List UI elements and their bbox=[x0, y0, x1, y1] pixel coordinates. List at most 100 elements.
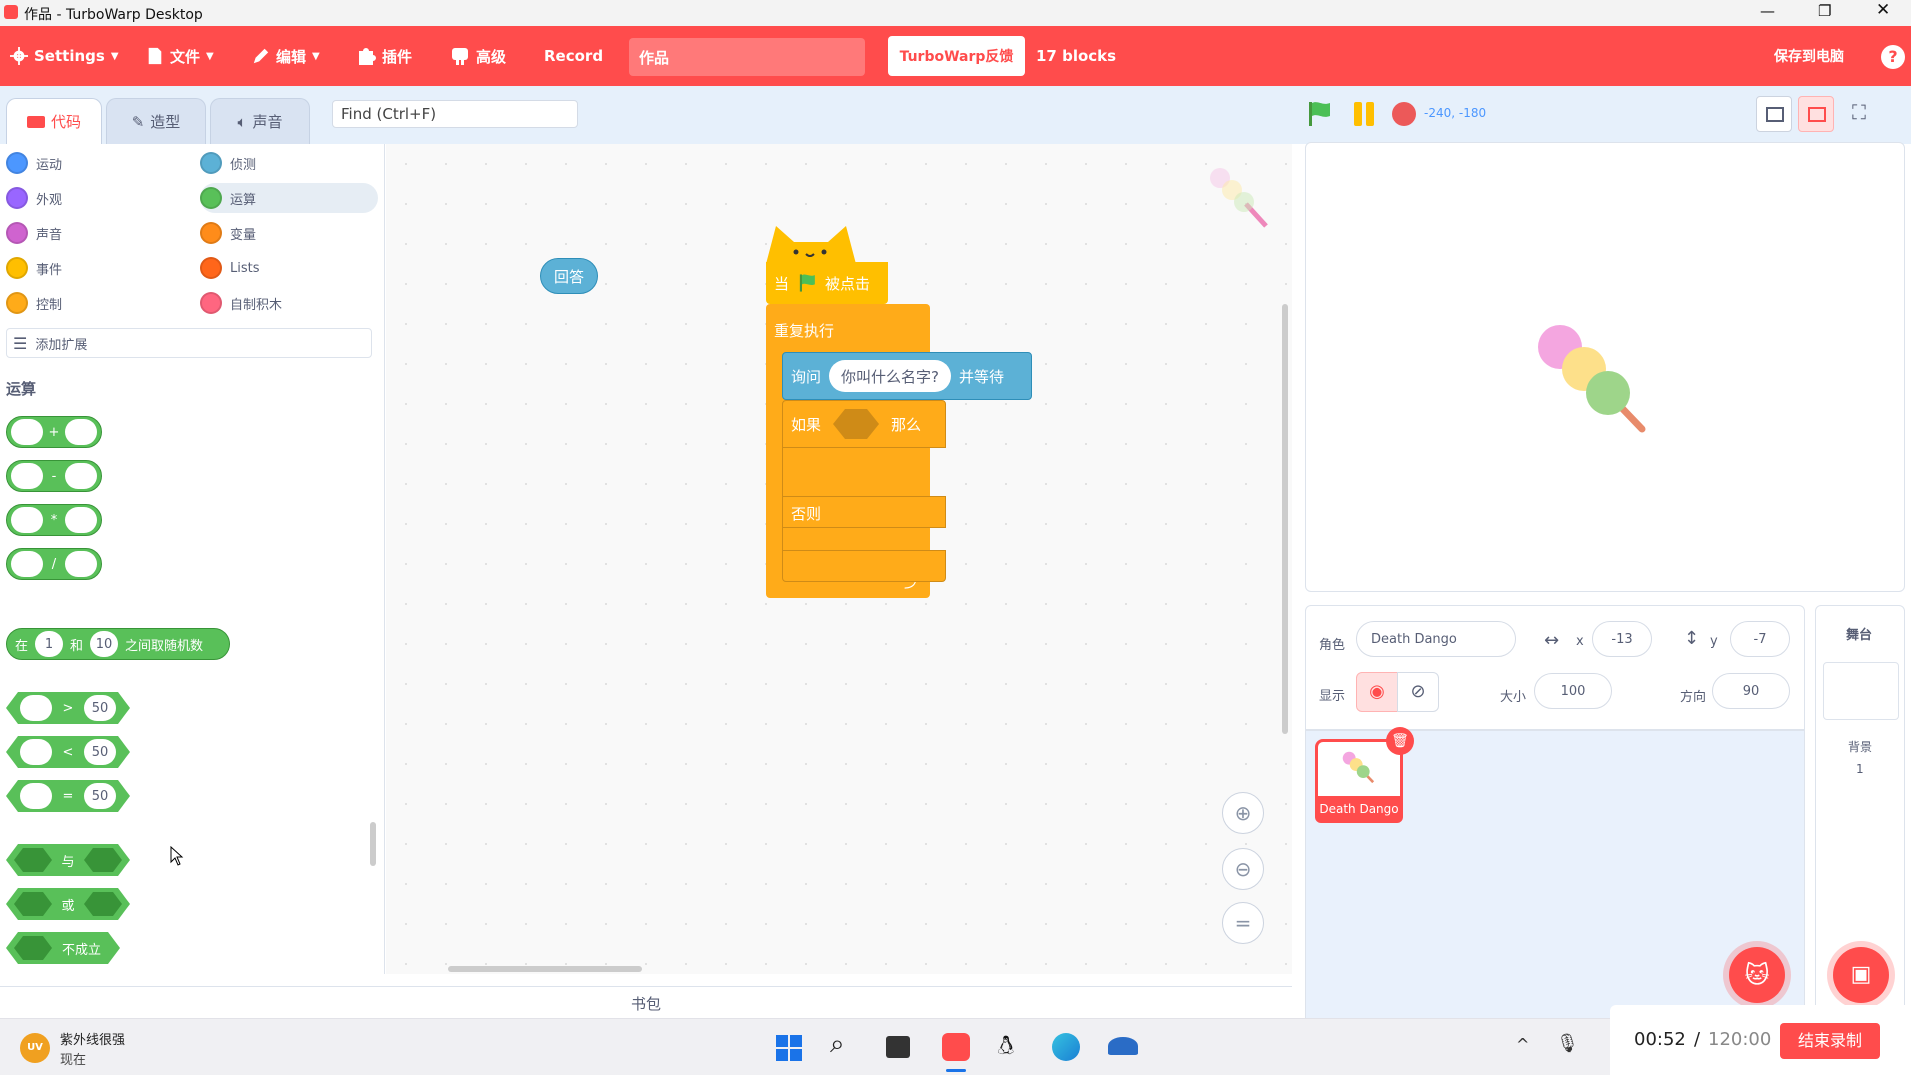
speaker-icon: 🔈︎ bbox=[237, 112, 247, 131]
help-icon[interactable]: ? bbox=[1881, 45, 1905, 69]
chevron-up-icon[interactable]: ^ bbox=[1516, 1035, 1529, 1054]
weather-title: 紫外线很强 bbox=[60, 1033, 126, 1048]
category-sensing[interactable]: 侦测 bbox=[200, 152, 256, 174]
category-label: 控制 bbox=[36, 297, 63, 313]
record-button[interactable]: Record bbox=[544, 26, 603, 86]
delete-sprite-button[interactable]: 🗑︎ bbox=[1386, 727, 1414, 755]
file-menu[interactable]: 文件 ▼ bbox=[146, 26, 214, 86]
sensing-icon bbox=[200, 152, 222, 174]
small-stage-button[interactable] bbox=[1756, 96, 1792, 132]
code-workspace[interactable]: 回答 当 被点击 重复执行 ⤴ 询问 你叫什么名字? 并等待 如果 那么 否则 … bbox=[386, 144, 1292, 974]
ask-label: 询问 bbox=[791, 367, 822, 386]
stage[interactable] bbox=[1305, 142, 1905, 592]
stage-selector[interactable]: 舞台 背景 1 ▣ bbox=[1815, 605, 1905, 1020]
less-than-block[interactable]: <50 bbox=[6, 736, 130, 768]
task-view-icon[interactable] bbox=[886, 1036, 910, 1058]
direction-input[interactable]: 90 bbox=[1712, 673, 1790, 709]
direction-label: 方向 bbox=[1680, 690, 1707, 705]
equals-block[interactable]: = 50 bbox=[6, 780, 130, 812]
answer-reporter[interactable]: 回答 bbox=[540, 258, 598, 294]
y-input[interactable]: -7 bbox=[1730, 621, 1790, 657]
tab-code[interactable]: 代码 bbox=[6, 98, 102, 144]
category-lists[interactable]: Lists bbox=[200, 257, 260, 279]
subtract-block[interactable]: - bbox=[6, 460, 102, 492]
or-block[interactable]: 或 bbox=[6, 888, 130, 920]
workspace-vertical-scrollbar[interactable] bbox=[1282, 304, 1288, 734]
pencil-icon bbox=[253, 48, 269, 64]
category-control[interactable]: 控制 bbox=[6, 292, 62, 314]
zoom-in-button[interactable]: ⊕ bbox=[1222, 792, 1264, 834]
when-flag-clicked-hat[interactable]: 当 被点击 bbox=[766, 262, 888, 304]
addons-menu[interactable]: 插件 bbox=[356, 26, 412, 86]
workspace-horizontal-scrollbar[interactable] bbox=[448, 966, 642, 972]
and-block[interactable]: 与 bbox=[6, 844, 130, 876]
block-palette: 运动 侦测 外观 运算 声音 变量 事件 Lists 控制 自制积木 ☰ 添加扩展 运算 + - … bbox=[0, 144, 385, 974]
condition-slot[interactable] bbox=[833, 409, 880, 439]
stop-icon[interactable] bbox=[1392, 102, 1416, 126]
project-title-input[interactable]: 作品 bbox=[629, 38, 865, 76]
close-icon[interactable]: ✕ bbox=[1876, 0, 1890, 20]
edit-menu[interactable]: 编辑 ▼ bbox=[252, 26, 320, 86]
show-visible-button[interactable]: ◉ bbox=[1356, 672, 1398, 712]
settings-menu[interactable]: Settings ▼ bbox=[10, 26, 119, 86]
ask-and-wait-block[interactable]: 询问 你叫什么名字? 并等待 bbox=[782, 352, 1032, 400]
if-else-block[interactable]: 如果 那么 否则 bbox=[782, 400, 948, 582]
random-from-input[interactable]: 1 bbox=[35, 631, 64, 657]
minimize-icon[interactable]: — bbox=[1760, 2, 1775, 20]
edge-icon[interactable] bbox=[1052, 1033, 1080, 1061]
find-input[interactable]: Find (Ctrl+F) bbox=[332, 100, 578, 128]
add-backdrop-button[interactable]: ▣ bbox=[1833, 947, 1889, 1003]
backpack-bar[interactable]: 书包 bbox=[0, 986, 1292, 1018]
add-extension-button[interactable]: ☰ 添加扩展 bbox=[6, 328, 372, 358]
windows-start-icon[interactable] bbox=[776, 1035, 802, 1061]
random-to-input[interactable]: 10 bbox=[90, 631, 119, 657]
tab-costumes[interactable]: ✎ 造型 bbox=[106, 98, 206, 144]
category-looks[interactable]: 外观 bbox=[6, 187, 62, 209]
tab-sounds[interactable]: 🔈︎ 声音 bbox=[210, 98, 310, 144]
app-icon-taskbar[interactable] bbox=[1108, 1037, 1138, 1055]
zoom-reset-button[interactable]: = bbox=[1222, 902, 1264, 944]
category-my-blocks[interactable]: 自制积木 bbox=[200, 292, 282, 314]
zoom-out-button[interactable]: ⊖ bbox=[1222, 848, 1264, 890]
end-recording-button[interactable]: 结束录制 bbox=[1780, 1023, 1880, 1059]
advanced-menu[interactable]: 高级 bbox=[450, 26, 506, 86]
sprite-thumbnail[interactable]: Death Dango bbox=[1315, 739, 1403, 823]
restore-icon[interactable]: ❐ bbox=[1818, 2, 1831, 20]
qq-icon[interactable]: 🐧︎ bbox=[998, 1031, 1014, 1064]
show-hidden-button[interactable]: ⊘ bbox=[1397, 672, 1439, 712]
category-motion[interactable]: 运动 bbox=[6, 152, 62, 174]
multiply-block[interactable]: * bbox=[6, 504, 102, 536]
add-block[interactable]: + bbox=[6, 416, 102, 448]
category-operators[interactable]: 运算 bbox=[200, 183, 378, 213]
control-icon bbox=[6, 292, 28, 314]
greater-than-block[interactable]: >50 bbox=[6, 692, 130, 724]
sprite-name-input[interactable]: Death Dango bbox=[1356, 621, 1516, 657]
microphone-icon[interactable]: 🎙︎ bbox=[1556, 1033, 1579, 1054]
avatar[interactable]: UV bbox=[20, 1033, 50, 1063]
fullscreen-icon[interactable]: ⛶ bbox=[1852, 100, 1866, 124]
pause-icon[interactable] bbox=[1352, 102, 1378, 126]
category-sound[interactable]: 声音 bbox=[6, 222, 62, 244]
add-sprite-button[interactable]: 🐱︎ bbox=[1729, 947, 1785, 1003]
x-input[interactable]: -13 bbox=[1592, 621, 1652, 657]
category-variables[interactable]: 变量 bbox=[200, 222, 256, 244]
palette-scrollbar[interactable] bbox=[370, 822, 376, 866]
ask-question-input[interactable]: 你叫什么名字? bbox=[829, 360, 951, 392]
random-block[interactable]: 在 1 和 10 之间取随机数 bbox=[6, 628, 230, 660]
category-events[interactable]: 事件 bbox=[6, 257, 62, 279]
green-flag-icon[interactable] bbox=[1305, 100, 1333, 128]
divide-block[interactable]: / bbox=[6, 548, 102, 580]
not-block[interactable]: 不成立 bbox=[6, 932, 120, 964]
search-icon[interactable]: ⌕ bbox=[830, 1029, 845, 1060]
sprite-label: 角色 bbox=[1319, 638, 1346, 653]
size-input[interactable]: 100 bbox=[1534, 673, 1612, 709]
feedback-button[interactable]: TurboWarp反馈 bbox=[888, 36, 1025, 76]
y-label: y bbox=[1710, 634, 1718, 649]
app-icon bbox=[4, 5, 18, 19]
turbowarp-taskbar-icon[interactable] bbox=[942, 1033, 970, 1061]
death-dango-sprite[interactable] bbox=[1532, 319, 1662, 449]
large-stage-button[interactable] bbox=[1798, 96, 1834, 132]
save-to-computer-button[interactable]: 保存到电脑 bbox=[1774, 26, 1844, 86]
tab-costumes-label: 造型 bbox=[150, 113, 181, 131]
stage-thumbnail[interactable] bbox=[1823, 662, 1899, 720]
